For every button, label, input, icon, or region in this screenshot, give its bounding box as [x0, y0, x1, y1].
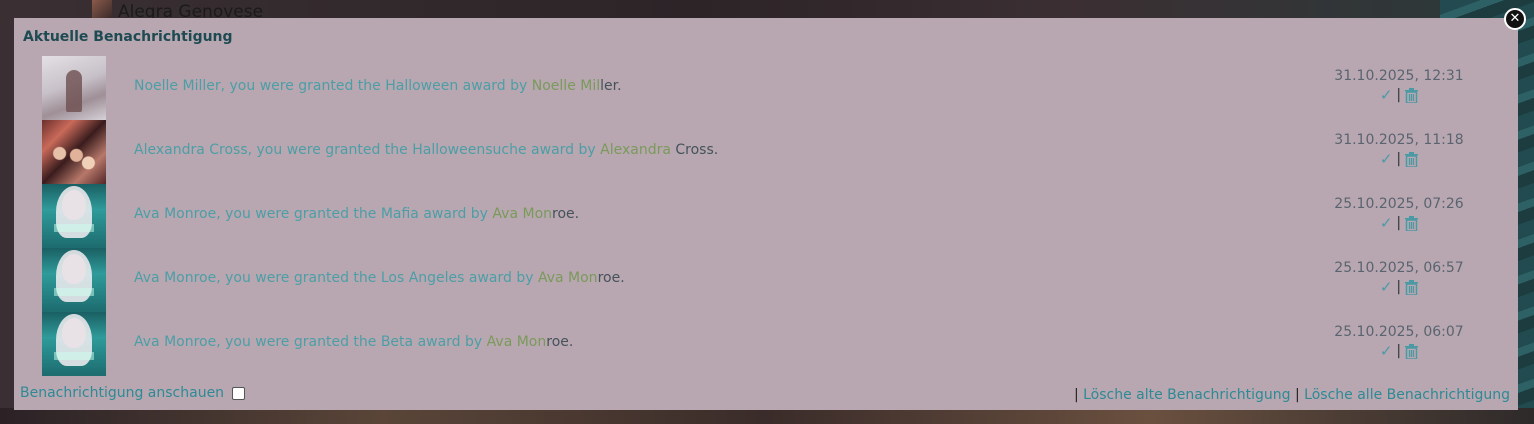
action-separator: |: [1396, 87, 1402, 103]
notification-row: Noelle Miller, you were granted the Hall…: [42, 56, 1512, 120]
delete-old-link[interactable]: Lösche alte Benachrichtigung: [1083, 387, 1290, 403]
notification-row: Ava Monroe, you were granted the Los Ang…: [42, 248, 1512, 312]
author-link[interactable]: Alexandra: [600, 142, 671, 158]
view-notifications-checkbox[interactable]: [232, 386, 246, 400]
background-avatar: [92, 0, 112, 18]
notification-message: Ava Monroe, you were granted the Mafia a…: [134, 206, 580, 222]
modal-title: Aktuelle Benachrichtigung: [23, 29, 233, 45]
view-notifications-label[interactable]: Benachrichtigung anschauen: [20, 385, 224, 401]
delete-trash-icon[interactable]: [1405, 343, 1419, 359]
recipient-link[interactable]: Alexandra Cross: [134, 142, 248, 158]
timestamp: 31.10.2025, 11:18: [1334, 132, 1464, 148]
recipient-link[interactable]: Ava Monroe: [134, 270, 216, 286]
delete-all-link[interactable]: Lösche alle Benachrichtigung: [1304, 387, 1510, 403]
notification-message: Noelle Miller, you were granted the Hall…: [134, 78, 622, 94]
notification-message: Ava Monroe, you were granted the Beta aw…: [134, 334, 574, 350]
author-link[interactable]: Ava Mon: [492, 206, 552, 222]
notifications-modal: Aktuelle Benachrichtigung Noelle Miller,…: [14, 18, 1518, 410]
notification-row: Ava Monroe, you were granted the Mafia a…: [42, 184, 1512, 248]
timestamp: 25.10.2025, 06:57: [1334, 260, 1464, 276]
notification-row: Alexandra Cross, you were granted the Ha…: [42, 120, 1512, 184]
author-link[interactable]: Noelle Mil: [532, 78, 600, 94]
recipient-link[interactable]: Ava Monroe: [134, 206, 216, 222]
notification-meta: 25.10.2025, 06:07 ✓ |: [1314, 324, 1484, 360]
notification-row: Ava Monroe, you were granted the Beta aw…: [42, 312, 1512, 376]
avatar[interactable]: [42, 248, 106, 312]
notification-meta: 25.10.2025, 07:26 ✓ |: [1314, 196, 1484, 232]
delete-trash-icon[interactable]: [1405, 87, 1419, 103]
timestamp: 31.10.2025, 12:31: [1334, 68, 1464, 84]
author-link[interactable]: Ava Mon: [538, 270, 598, 286]
delete-trash-icon[interactable]: [1405, 279, 1419, 295]
notification-meta: 31.10.2025, 12:31 ✓ |: [1314, 68, 1484, 104]
action-separator: |: [1396, 343, 1402, 359]
notification-meta: 25.10.2025, 06:57 ✓ |: [1314, 260, 1484, 296]
delete-trash-icon[interactable]: [1405, 151, 1419, 167]
action-separator: |: [1396, 151, 1402, 167]
notification-meta: 31.10.2025, 11:18 ✓ |: [1314, 132, 1484, 168]
notification-message: Alexandra Cross, you were granted the Ha…: [134, 142, 719, 158]
notification-message: Ava Monroe, you were granted the Los Ang…: [134, 270, 625, 286]
recipient-link[interactable]: Noelle Miller: [134, 78, 221, 94]
mark-read-check-icon[interactable]: ✓: [1380, 150, 1393, 168]
avatar[interactable]: [42, 120, 106, 184]
mark-read-check-icon[interactable]: ✓: [1380, 214, 1393, 232]
avatar[interactable]: [42, 184, 106, 248]
recipient-link[interactable]: Ava Monroe: [134, 334, 216, 350]
delete-trash-icon[interactable]: [1405, 215, 1419, 231]
avatar[interactable]: [42, 56, 106, 120]
footer-delete-links: | Lösche alte Benachrichtigung | Lösche …: [1073, 387, 1510, 403]
timestamp: 25.10.2025, 07:26: [1334, 196, 1464, 212]
avatar[interactable]: [42, 312, 106, 376]
footer-view-toggle: Benachrichtigung anschauen: [20, 385, 246, 401]
mark-read-check-icon[interactable]: ✓: [1380, 278, 1393, 296]
background-image-bottom: [0, 408, 1534, 424]
action-separator: |: [1396, 215, 1402, 231]
author-link[interactable]: Ava Mon: [487, 334, 547, 350]
mark-read-check-icon[interactable]: ✓: [1380, 86, 1393, 104]
close-icon[interactable]: ✕: [1504, 8, 1526, 30]
timestamp: 25.10.2025, 06:07: [1334, 324, 1464, 340]
action-separator: |: [1396, 279, 1402, 295]
mark-read-check-icon[interactable]: ✓: [1380, 342, 1393, 360]
